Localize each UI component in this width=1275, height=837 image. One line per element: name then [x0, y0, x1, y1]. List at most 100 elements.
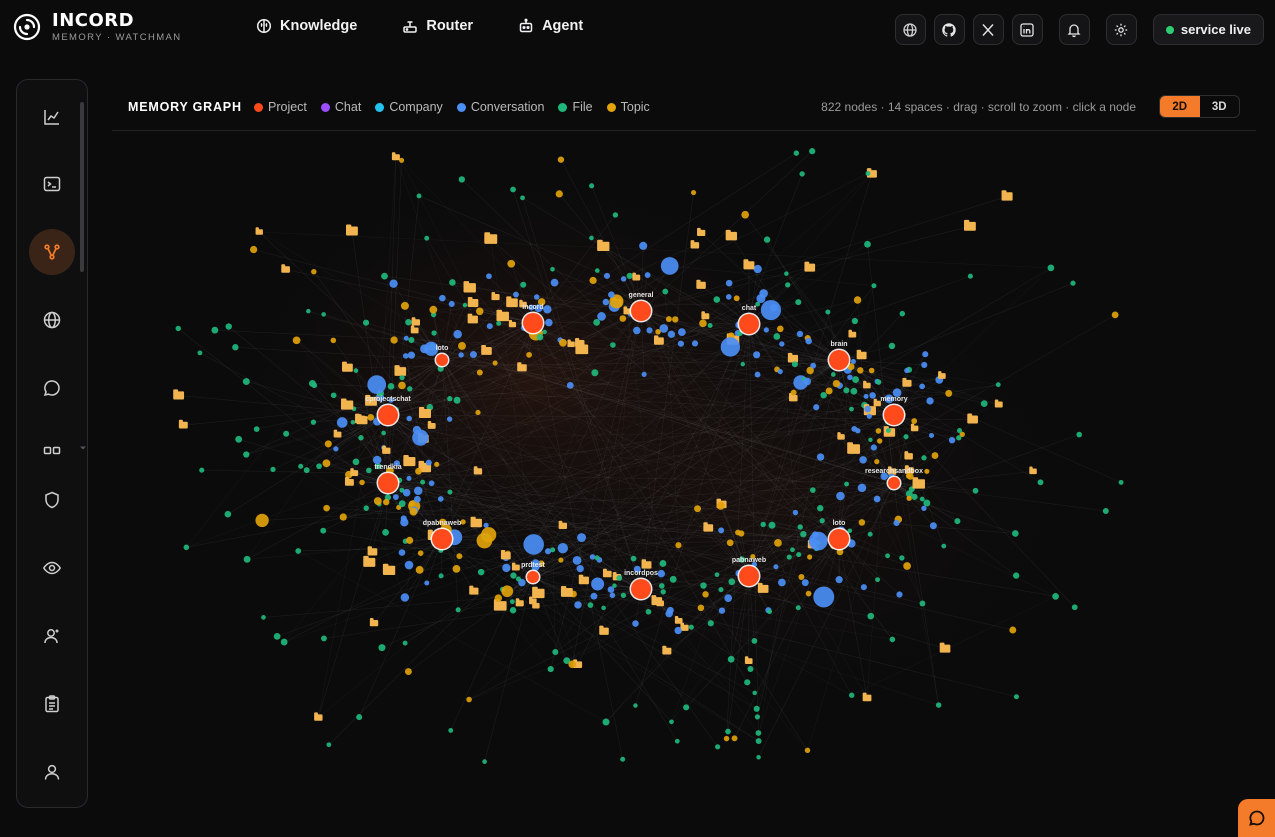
file-node[interactable] [669, 575, 677, 583]
conversation-node[interactable] [725, 279, 733, 287]
topic-node[interactable] [481, 527, 497, 543]
file-node[interactable] [612, 583, 617, 588]
topic-node[interactable] [702, 591, 709, 598]
legend-item-file[interactable]: File [558, 100, 593, 114]
file-node[interactable] [449, 279, 456, 286]
project-node[interactable]: incord [521, 304, 545, 335]
conversation-node[interactable] [677, 340, 685, 347]
topic-node[interactable] [417, 550, 424, 556]
conversation-node[interactable] [372, 455, 382, 465]
conversation-node[interactable] [777, 368, 783, 375]
file-node[interactable] [602, 718, 610, 726]
conversation-node[interactable] [860, 584, 867, 591]
file-node[interactable] [510, 186, 516, 193]
file-node[interactable] [589, 183, 595, 189]
file-node[interactable] [791, 361, 798, 368]
conversation-node[interactable] [904, 367, 910, 374]
conversation-node[interactable] [448, 300, 455, 307]
sidebar-item-tasks[interactable] [29, 681, 75, 727]
conversation-node[interactable] [754, 371, 761, 378]
topic-node[interactable] [429, 305, 438, 314]
service-status-button[interactable]: service live [1152, 14, 1264, 45]
sidebar-item-watch[interactable] [29, 545, 75, 591]
file-node[interactable] [714, 572, 720, 578]
file-node[interactable] [888, 342, 896, 350]
topic-node[interactable] [699, 319, 707, 328]
topic-node[interactable] [804, 747, 811, 754]
file-node[interactable] [1052, 592, 1059, 600]
file-node[interactable] [408, 337, 415, 344]
topic-node[interactable] [367, 413, 375, 421]
conversation-node[interactable] [398, 549, 406, 556]
topic-node[interactable] [383, 498, 390, 506]
conversation-node[interactable] [603, 272, 611, 279]
file-node[interactable] [899, 555, 905, 561]
file-node[interactable] [957, 428, 963, 434]
topic-node[interactable] [501, 585, 514, 598]
topic-node[interactable] [697, 604, 705, 612]
file-node[interactable] [399, 375, 405, 381]
topic-node[interactable] [390, 336, 398, 344]
chat-fab-button[interactable] [1238, 799, 1275, 837]
file-node[interactable] [767, 609, 773, 615]
file-node[interactable] [790, 547, 795, 553]
file-node[interactable] [378, 644, 386, 652]
conversation-node[interactable] [859, 456, 867, 464]
file-node[interactable] [980, 400, 988, 407]
file-node[interactable] [659, 560, 667, 567]
file-node[interactable] [768, 521, 776, 529]
file-node[interactable] [225, 323, 232, 330]
conversation-node[interactable] [483, 522, 489, 528]
conversation-node[interactable] [557, 542, 569, 554]
file-node[interactable] [405, 318, 412, 326]
view-mode-2d-button[interactable]: 2D [1160, 96, 1200, 117]
topic-node[interactable] [466, 696, 472, 703]
topic-node[interactable] [874, 459, 880, 465]
file-node[interactable] [868, 437, 873, 443]
file-node[interactable] [326, 742, 332, 748]
topic-node[interactable] [774, 539, 782, 547]
file-node[interactable] [707, 323, 713, 328]
legend-item-conversation[interactable]: Conversation [456, 100, 544, 114]
topic-node[interactable] [475, 307, 484, 316]
file-node[interactable] [382, 529, 389, 536]
conversation-node[interactable] [674, 626, 682, 635]
conversation-node[interactable] [609, 592, 616, 599]
file-node[interactable] [763, 236, 771, 243]
file-node[interactable] [356, 714, 363, 721]
conversation-node[interactable] [574, 601, 582, 609]
file-node[interactable] [786, 554, 792, 560]
file-node[interactable] [416, 193, 422, 199]
file-node[interactable] [796, 552, 802, 558]
conversation-node[interactable] [425, 459, 432, 466]
file-node[interactable] [1070, 280, 1076, 286]
file-node[interactable] [620, 592, 627, 599]
conversation-node[interactable] [333, 446, 339, 452]
conversation-node[interactable] [400, 593, 410, 602]
file-node[interactable] [850, 387, 858, 395]
file-node[interactable] [911, 493, 918, 500]
conversation-node[interactable] [591, 577, 605, 591]
conversation-node[interactable] [753, 351, 761, 359]
conversation-node[interactable] [863, 393, 869, 399]
file-node[interactable] [820, 391, 827, 399]
file-node[interactable] [633, 703, 638, 708]
conversation-node[interactable] [763, 327, 769, 333]
file-node[interactable] [660, 589, 666, 595]
file-node[interactable] [954, 518, 961, 525]
topic-node[interactable] [931, 452, 939, 459]
file-node[interactable] [795, 299, 802, 306]
file-node[interactable] [1047, 264, 1055, 272]
topic-node[interactable] [876, 438, 883, 444]
conversation-node[interactable] [796, 330, 804, 338]
file-node[interactable] [773, 333, 781, 340]
conversation-node[interactable] [724, 594, 733, 602]
topic-node[interactable] [694, 505, 702, 513]
conversation-node[interactable] [919, 383, 926, 390]
topic-node[interactable] [255, 513, 269, 528]
file-node[interactable] [797, 524, 803, 530]
file-node[interactable] [402, 640, 408, 646]
topic-node[interactable] [733, 295, 740, 302]
topic-node[interactable] [475, 409, 481, 416]
topic-node[interactable] [741, 210, 750, 219]
